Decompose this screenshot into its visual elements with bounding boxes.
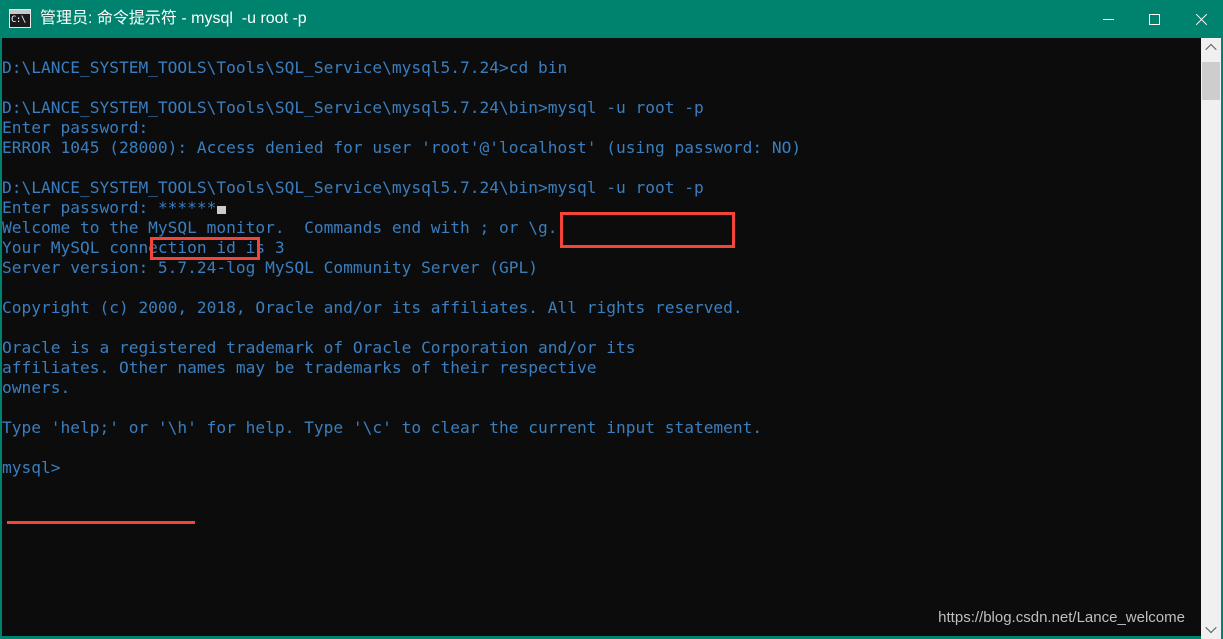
console-line: D:\LANCE_SYSTEM_TOOLS\Tools\SQL_Service\… xyxy=(2,178,704,197)
close-icon xyxy=(1194,13,1207,26)
vertical-scrollbar[interactable] xyxy=(1201,38,1221,639)
console-text: D:\LANCE_SYSTEM_TOOLS\Tools\SQL_Service\… xyxy=(2,58,801,478)
console-line: Welcome to the MySQL monitor. Commands e… xyxy=(2,218,558,237)
cmd-icon-topbar xyxy=(10,10,30,14)
console-line: D:\LANCE_SYSTEM_TOOLS\Tools\SQL_Service\… xyxy=(2,58,568,77)
scroll-up-button[interactable] xyxy=(1201,38,1221,58)
password-prompt-label: Enter password: xyxy=(2,198,158,217)
password-prompt-line: Enter password: ****** xyxy=(2,198,801,218)
watermark-text: https://blog.csdn.net/Lance_welcome xyxy=(938,609,1185,626)
console-line: owners. xyxy=(2,378,71,397)
maximize-button[interactable] xyxy=(1131,0,1177,38)
cmd-icon-label: C:\ xyxy=(11,15,26,25)
command-prompt-window: C:\ 管理员: 命令提示符 - mysql -u root -p D:\LAN… xyxy=(0,0,1223,639)
scroll-down-button[interactable] xyxy=(1201,619,1221,639)
console-line: Enter password: xyxy=(2,118,149,137)
maximize-icon xyxy=(1148,13,1160,25)
chevron-up-icon xyxy=(1205,43,1217,56)
annotation-underline-prompt xyxy=(7,521,195,524)
window-titlebar[interactable]: C:\ 管理员: 命令提示符 - mysql -u root -p xyxy=(0,0,1223,38)
console-line: Type 'help;' or '\h' for help. Type '\c'… xyxy=(2,418,763,437)
minimize-button[interactable] xyxy=(1085,0,1131,38)
scrollbar-thumb[interactable] xyxy=(1202,62,1220,100)
window-title: 管理员: 命令提示符 - mysql -u root -p xyxy=(40,10,307,27)
console-line: Copyright (c) 2000, 2018, Oracle and/or … xyxy=(2,298,743,317)
chevron-down-icon xyxy=(1205,621,1217,634)
console-line: Server version: 5.7.24-log MySQL Communi… xyxy=(2,258,539,277)
console-output-area[interactable]: D:\LANCE_SYSTEM_TOOLS\Tools\SQL_Service\… xyxy=(2,38,1201,636)
console-line: D:\LANCE_SYSTEM_TOOLS\Tools\SQL_Service\… xyxy=(2,98,704,117)
console-line: Your MySQL connection id is 3 xyxy=(2,238,285,257)
console-line: Oracle is a registered trademark of Orac… xyxy=(2,338,636,357)
password-masked-value: ****** xyxy=(157,198,217,217)
text-cursor xyxy=(217,206,227,214)
console-line: affiliates. Other names may be trademark… xyxy=(2,358,597,377)
minimize-icon xyxy=(1102,18,1114,20)
console-line: mysql> xyxy=(2,458,61,477)
window-controls xyxy=(1085,0,1223,38)
console-line: ERROR 1045 (28000): Access denied for us… xyxy=(2,138,802,157)
close-button[interactable] xyxy=(1177,0,1223,38)
cmd-console-icon: C:\ xyxy=(9,9,31,29)
